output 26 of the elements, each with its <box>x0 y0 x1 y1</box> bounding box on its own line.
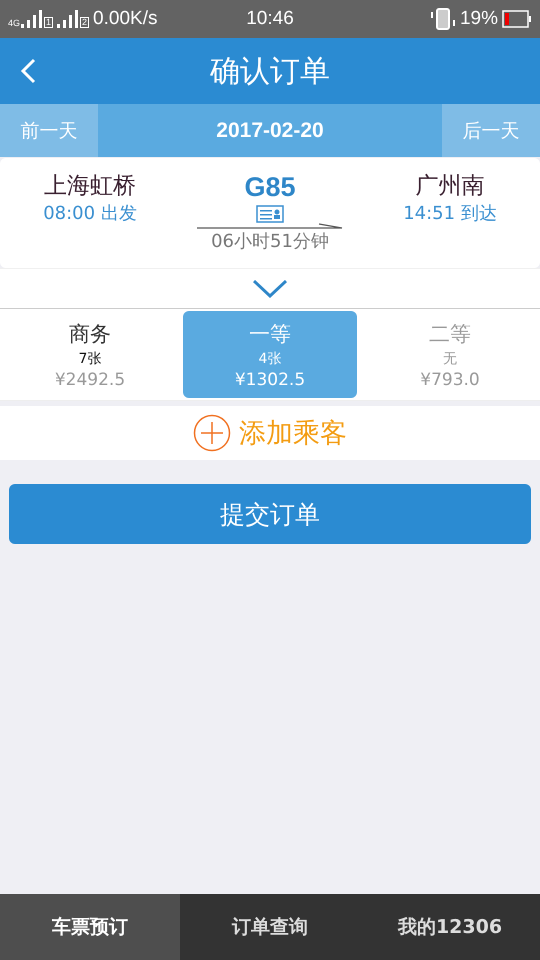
plus-circle-icon <box>193 414 231 452</box>
submit-order-button[interactable]: 提交订单 <box>9 484 531 544</box>
departure-time: 08:00 出发 <box>43 202 137 225</box>
clock: 10:46 <box>246 8 294 30</box>
nav-tab[interactable]: 车票预订 <box>0 894 180 960</box>
travel-duration: 06小时51分钟 <box>211 230 329 253</box>
travel-date: 2017-02-20 <box>215 118 325 142</box>
sim-label: 2 <box>80 17 90 28</box>
network-speed: 0.00K/s <box>93 8 158 30</box>
vibrate-icon <box>430 8 456 30</box>
previous-day-button[interactable]: 前一天 <box>0 104 98 157</box>
network-type: 4G <box>8 19 20 28</box>
signal-icon <box>21 10 44 28</box>
arrival-time: 14:51 到达 <box>403 202 497 225</box>
chevron-down-icon[interactable] <box>253 280 287 298</box>
seat-class-option[interactable]: 一等 4张 ¥1302.5 <box>183 311 357 398</box>
page-title: 确认订单 <box>210 52 330 90</box>
battery-icon <box>502 10 532 28</box>
train-number: G85 <box>244 174 296 201</box>
sim-label: 1 <box>44 17 54 28</box>
arrival-station: 广州南 <box>416 172 484 201</box>
id-card-icon <box>256 205 284 223</box>
signal-icon <box>57 10 80 28</box>
departure-station: 上海虹桥 <box>44 172 136 201</box>
battery-percent: 19% <box>460 8 498 30</box>
next-day-button[interactable]: 后一天 <box>442 104 540 157</box>
